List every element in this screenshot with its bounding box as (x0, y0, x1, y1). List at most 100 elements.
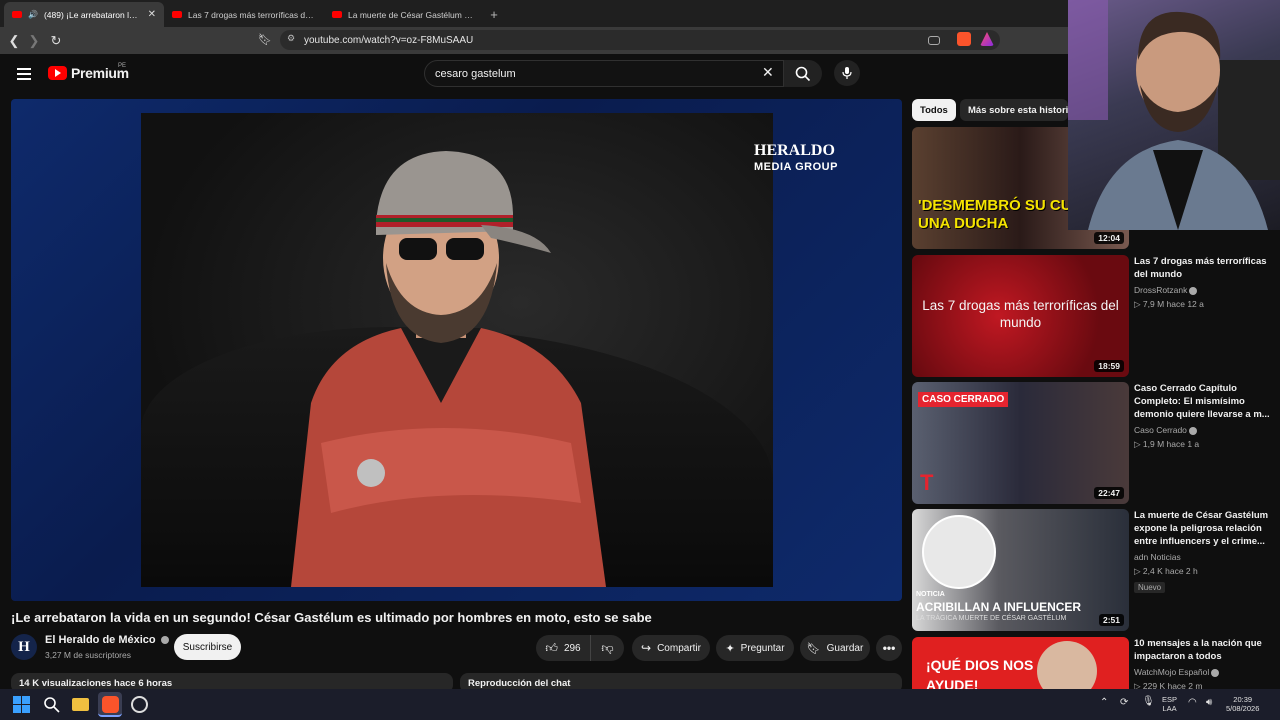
video-title[interactable]: Las 7 drogas más terroríficas del mundo (1134, 255, 1270, 281)
browser-tab[interactable]: La muerte de César Gastélum expone la pe… (324, 2, 484, 27)
play-icon: ▷ (1134, 566, 1143, 576)
forward-icon[interactable]: ❯ (24, 33, 44, 49)
video-meta: Las 7 drogas más terroríficas del mundo … (1134, 255, 1270, 310)
video-thumbnail[interactable]: CASO CERRADO T 22:47 (912, 382, 1129, 504)
channel-row[interactable]: WatchMojo Español (1134, 667, 1270, 677)
more-icon: ••• (882, 641, 896, 655)
recommended-video[interactable]: CASO CERRADO T 22:47 Caso Cerrado Capítu… (912, 382, 1272, 504)
channel-avatar[interactable]: H (11, 634, 37, 660)
cast-icon[interactable] (928, 36, 940, 45)
share-button[interactable]: ↪ Compartir (632, 635, 710, 661)
play-icon: ▷ (1134, 681, 1143, 689)
browser-tab[interactable]: 🔊 (489) ¡Le arrebataron la vida en un se… (4, 2, 164, 27)
language-indicator[interactable]: ESP LAA (1162, 695, 1177, 713)
ask-button[interactable]: ✦ Preguntar (716, 635, 794, 661)
tab-title: La muerte de César Gastélum expone la pe… (348, 9, 476, 20)
reload-icon[interactable]: ↻ (46, 33, 66, 49)
like-button[interactable]: 👍︎ 296 (536, 635, 590, 661)
search-button[interactable] (784, 60, 822, 87)
channel-name-text: El Heraldo de México (45, 634, 156, 646)
video-thumbnail[interactable]: Las 7 drogas más terroríficas del mundo … (912, 255, 1129, 377)
tab-title: (489) ¡Le arrebataron la vida en un segu… (43, 9, 142, 20)
recommended-video[interactable]: NOTICIA ACRIBILLAN A INFLUENCER LA TRÁGI… (912, 509, 1272, 631)
verified-icon (1188, 426, 1197, 435)
save-button[interactable]: 🔖︎ Guardar (800, 635, 870, 661)
search-input[interactable]: cesaro gastelum (424, 60, 784, 87)
chevron-up-icon[interactable]: ⌃ (1100, 698, 1108, 708)
new-tab-icon[interactable]: + (484, 2, 504, 27)
youtube-premium-logo[interactable]: Premium PE (48, 63, 129, 81)
hamburger-menu-icon[interactable] (17, 68, 31, 80)
video-title[interactable]: Caso Cerrado Capítulo Completo: El mismí… (1134, 382, 1270, 421)
channel-name: DrossRotzank (1134, 285, 1188, 295)
voice-search-button[interactable] (834, 60, 860, 86)
more-actions-button[interactable]: ••• (876, 635, 902, 661)
clock-time: 20:39 (1233, 695, 1253, 704)
recommended-video[interactable]: ¡QUÉ DIOS NOS AYUDE! 10 mensajes a la na… (912, 637, 1272, 689)
clock[interactable]: 20:39 5/08/2026 (1226, 695, 1259, 713)
volume-icon[interactable]: 🔊︎ (1206, 698, 1212, 708)
sync-icon[interactable]: ⟳ (1120, 698, 1128, 708)
wifi-icon[interactable]: ◠ (1188, 698, 1197, 708)
microphone-icon (842, 67, 852, 79)
play-icon: ▷ (1134, 439, 1143, 449)
taskbar: ⌃ ⟳ 🎙︎ ESP LAA ◠ 🔊︎ 20:39 5/08/2026 (0, 689, 1280, 720)
clear-search-icon[interactable]: ✕ (762, 64, 774, 81)
windows-start-icon[interactable] (13, 696, 30, 713)
thumbnail-text: CASO CERRADO (918, 392, 1009, 407)
url-field[interactable]: ⚙ youtube.com/watch?v=oz-F8MuSAAU (280, 30, 1000, 50)
influencer-portrait (922, 515, 996, 589)
browser-tab[interactable]: Las 7 drogas más terroríficas del mundo (164, 2, 324, 27)
dislike-button[interactable]: 👎︎ (590, 635, 624, 661)
microphone-icon[interactable]: 🎙︎ (1142, 697, 1155, 707)
address-bar-row: ❮ ❯ ↻ 🔖︎ ⚙ youtube.com/watch?v=oz-F8MuSA… (0, 27, 1068, 54)
browser-tab-bar: 🔊 (489) ¡Le arrebataron la vida en un se… (0, 0, 1068, 27)
subscriber-count: 3,27 M de suscriptores (45, 650, 131, 660)
video-player[interactable]: HERALDO MEDIA GROUP (11, 99, 902, 601)
video-stats: ▷ 2,4 K hace 2 h (1134, 566, 1270, 577)
bookmark-icon[interactable]: 🔖︎ (258, 33, 272, 46)
like-count: 296 (563, 642, 581, 654)
back-icon[interactable]: ❮ (4, 33, 24, 49)
video-meta: 10 mensajes a la nación que impactaron a… (1134, 637, 1270, 689)
brave-shield-icon[interactable] (957, 32, 971, 46)
file-explorer-icon[interactable] (72, 698, 89, 711)
video-thumbnail[interactable]: NOTICIA ACRIBILLAN A INFLUENCER LA TRÁGI… (912, 509, 1129, 631)
video-meta: Caso Cerrado Capítulo Completo: El mismí… (1134, 382, 1270, 450)
channel-name: WatchMojo Español (1134, 667, 1210, 677)
telemundo-logo-icon: T (920, 470, 934, 495)
site-info-icon[interactable]: ⚙ (287, 33, 295, 44)
watermark-line2: MEDIA GROUP (754, 161, 838, 174)
stats-text: 229 K hace 2 m (1142, 681, 1203, 689)
language-bottom: LAA (1162, 704, 1177, 713)
app-icon[interactable] (131, 696, 148, 713)
chip-more-story[interactable]: Más sobre esta historia (960, 99, 1068, 121)
chip-todos[interactable]: Todos (912, 99, 956, 121)
video-title[interactable]: La muerte de César Gastélum expone la pe… (1134, 509, 1270, 548)
video-stats: ▷ 229 K hace 2 m (1134, 681, 1270, 689)
channel-name[interactable]: adn Noticias (1134, 552, 1270, 562)
youtube-favicon-icon (12, 11, 22, 18)
youtube-play-icon (48, 66, 67, 80)
youtube-favicon-icon (332, 11, 342, 18)
share-label: Compartir (657, 642, 701, 654)
video-thumbnail[interactable]: ¡QUÉ DIOS NOS AYUDE! (912, 637, 1129, 689)
tab-title: Las 7 drogas más terroríficas del mundo (188, 9, 316, 20)
channel-row[interactable]: Caso Cerrado (1134, 425, 1270, 435)
recommended-video[interactable]: Las 7 drogas más terroríficas del mundo … (912, 255, 1272, 377)
brave-browser-icon[interactable] (102, 696, 119, 713)
video-duration: 18:59 (1094, 360, 1124, 372)
sparkle-icon: ✦ (725, 642, 735, 655)
verified-icon (160, 636, 169, 645)
youtube-favicon-icon (172, 11, 182, 18)
subscribe-button[interactable]: Suscribirse (174, 634, 241, 660)
search-icon[interactable] (43, 696, 60, 713)
webcam-overlay (1068, 0, 1280, 230)
thumbnail-text: ¡QUÉ DIOS NOS AYUDE! (926, 657, 1034, 689)
video-title[interactable]: 10 mensajes a la nación que impactaron a… (1134, 637, 1270, 663)
close-tab-icon[interactable]: ✕ (148, 9, 156, 20)
search-icon (795, 66, 811, 81)
channel-name[interactable]: El Heraldo de México (45, 634, 169, 646)
thumbnail-subtext: LA TRÁGICA MUERTE DE CÉSAR GASTÉLUM (916, 615, 1067, 622)
channel-row[interactable]: DrossRotzank (1134, 285, 1270, 295)
